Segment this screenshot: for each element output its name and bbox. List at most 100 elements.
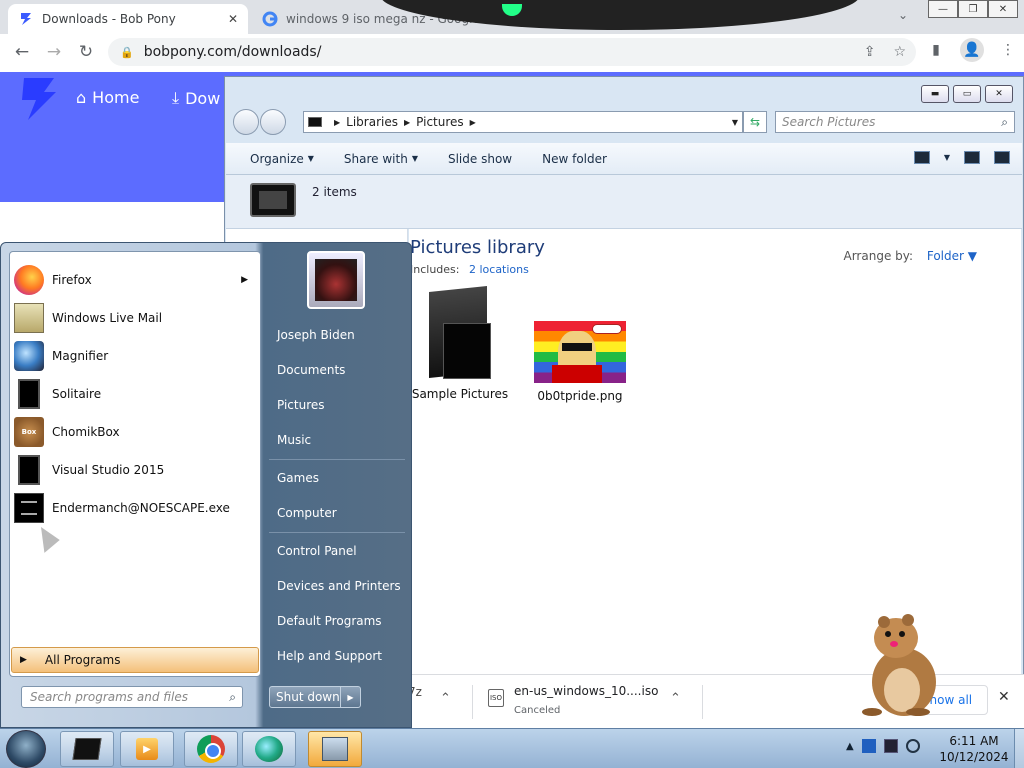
start-item-games[interactable]: Games <box>277 471 319 485</box>
reload-icon[interactable]: ↻ <box>70 36 102 68</box>
explorer-icon <box>72 738 102 760</box>
lock-icon[interactable]: 🔒 <box>120 46 134 59</box>
taskbar-media-button[interactable]: ▶ <box>120 731 174 767</box>
breadcrumb-arrow-icon[interactable]: ▶ <box>404 118 410 127</box>
start-item-devices-printers[interactable]: Devices and Printers <box>277 579 401 593</box>
side-panel-icon[interactable]: ▮ <box>924 38 948 62</box>
download-item-status: Canceled <box>514 705 561 716</box>
refresh-icon[interactable]: ⇆ <box>743 111 767 133</box>
tab-search-chevron-icon[interactable]: ⌄ <box>898 8 908 22</box>
system-tray: ▲ <box>846 739 920 753</box>
taskbar-computer-button[interactable] <box>308 731 362 767</box>
shutdown-options-arrow-icon[interactable]: ▶ <box>340 687 360 707</box>
mail-icon <box>14 303 44 333</box>
bob-pony-logo-icon[interactable] <box>14 76 64 122</box>
shut-down-button[interactable]: Shut down ▶ <box>269 686 361 708</box>
new-folder-button[interactable]: New folder <box>542 152 607 166</box>
library-includes: Includes: 2 locations <box>410 263 529 276</box>
explorer-search-input[interactable]: Search Pictures ⌕ <box>775 111 1015 133</box>
breadcrumb-pictures[interactable]: Pictures <box>416 115 464 129</box>
breadcrumb-arrow-icon[interactable]: ▶ <box>334 118 340 127</box>
close-tab-icon[interactable]: ✕ <box>228 12 238 26</box>
menu-kebab-icon[interactable]: ⋮ <box>996 38 1020 62</box>
chevron-up-icon[interactable]: ⌃ <box>440 691 451 706</box>
close-icon[interactable]: ✕ <box>998 689 1010 705</box>
start-item-user[interactable]: Joseph Biden <box>277 328 355 342</box>
back-button[interactable] <box>233 109 259 135</box>
start-item-documents[interactable]: Documents <box>277 363 345 377</box>
firefox-icon <box>14 265 44 295</box>
organize-button[interactable]: Organize ▼ <box>250 152 314 166</box>
tray-app-icon[interactable] <box>861 739 876 753</box>
help-icon[interactable] <box>994 151 1010 164</box>
start-item-default-programs[interactable]: Default Programs <box>277 614 382 628</box>
nav-downloads-link[interactable]: ⤓ Dow <box>172 88 220 108</box>
file-item-sample-pictures[interactable]: Sample Pictures <box>395 285 525 401</box>
start-item-help-support[interactable]: Help and Support <box>277 649 382 663</box>
back-arrow-icon[interactable]: ← <box>6 36 38 68</box>
address-dropdown-icon[interactable]: ▼ <box>732 118 738 127</box>
maximize-icon[interactable]: ▭ <box>953 85 981 103</box>
taskbar-chrome-button[interactable] <box>184 731 238 767</box>
forward-button[interactable] <box>260 109 286 135</box>
program-endermanch[interactable]: Endermanch@NOESCAPE.exe <box>14 490 258 526</box>
start-item-control-panel[interactable]: Control Panel <box>277 544 357 558</box>
close-window-icon[interactable]: ✕ <box>988 0 1018 18</box>
share-icon[interactable]: ⇪ <box>864 44 876 60</box>
taskbar-globe-button[interactable] <box>242 731 296 767</box>
bob-pony-favicon-icon <box>18 11 34 27</box>
library-title: Pictures library <box>410 237 545 258</box>
show-hidden-icons-arrow-icon[interactable]: ▲ <box>846 741 854 752</box>
chevron-up-icon[interactable]: ⌃ <box>670 691 681 706</box>
restore-icon[interactable]: ❐ <box>958 0 988 18</box>
start-orb-button[interactable] <box>6 730 46 768</box>
file-item-0b0tpride[interactable]: 0b0tpride.png <box>515 321 645 403</box>
tab-downloads-bob-pony[interactable]: Downloads - Bob Pony ✕ <box>8 4 248 34</box>
submenu-arrow-icon[interactable]: ▶ <box>241 275 248 285</box>
all-programs-button[interactable]: ▶ All Programs <box>11 647 259 673</box>
network-icon[interactable] <box>883 739 898 753</box>
program-visual-studio[interactable]: Visual Studio 2015 <box>14 452 258 488</box>
breadcrumb-libraries[interactable]: Libraries <box>346 115 398 129</box>
minimize-icon[interactable]: — <box>928 0 958 18</box>
breadcrumb-arrow-icon[interactable]: ▶ <box>470 118 476 127</box>
user-avatar[interactable] <box>307 251 365 309</box>
change-view-icon[interactable] <box>913 151 930 164</box>
start-item-computer[interactable]: Computer <box>277 506 337 520</box>
forward-arrow-icon[interactable]: → <box>38 36 70 68</box>
slide-show-button[interactable]: Slide show <box>448 152 512 166</box>
preview-pane-icon[interactable] <box>964 151 980 164</box>
program-solitaire[interactable]: Solitaire <box>14 376 258 412</box>
start-search-input[interactable]: Search programs and files ⌕ <box>21 686 243 708</box>
start-item-pictures[interactable]: Pictures <box>277 398 325 412</box>
search-icon[interactable]: ⌕ <box>229 690 236 705</box>
hamster-pet-icon[interactable] <box>858 612 942 716</box>
search-icon[interactable]: ⌕ <box>1001 115 1008 130</box>
profile-avatar-icon[interactable]: 👤 <box>960 38 984 62</box>
library-content: Pictures library Includes: 2 locations A… <box>409 229 1021 675</box>
taskbar-explorer-button[interactable] <box>60 731 114 767</box>
start-item-music[interactable]: Music <box>277 433 311 447</box>
share-with-button[interactable]: Share with ▼ <box>344 152 418 166</box>
show-desktop-button[interactable] <box>1014 729 1024 768</box>
view-dropdown-icon[interactable]: ▼ <box>944 153 950 162</box>
arrange-by-dropdown[interactable]: Folder ▼ <box>927 249 977 263</box>
address-bar[interactable]: 🔒 bobpony.com/downloads/ ⇪ ☆ <box>108 38 916 66</box>
locations-link[interactable]: 2 locations <box>469 263 529 276</box>
bookmark-star-icon[interactable]: ☆ <box>893 44 906 60</box>
program-magnifier[interactable]: Magnifier <box>14 338 258 374</box>
download-item-name[interactable]: en-us_windows_10....iso <box>514 684 658 698</box>
minimize-icon[interactable]: ▬ <box>921 85 949 103</box>
browser-window-controls: — ❐ ✕ <box>928 0 1018 18</box>
nav-home-link[interactable]: ⌂ Home <box>76 88 139 107</box>
download-icon: ⤓ <box>172 88 180 107</box>
start-menu: Firefox ▶ Windows Live Mail Magnifier So… <box>0 242 412 728</box>
program-chomikbox[interactable]: Box ChomikBox <box>14 414 258 450</box>
visual-studio-icon <box>18 455 40 485</box>
program-windows-live-mail[interactable]: Windows Live Mail <box>14 300 258 336</box>
program-firefox[interactable]: Firefox ▶ <box>14 262 258 298</box>
taskbar-clock[interactable]: 6:11 AM 10/12/2024 <box>938 733 1010 765</box>
explorer-address-bar[interactable]: ▶ Libraries ▶ Pictures ▶ ▼ <box>303 111 743 133</box>
close-window-icon[interactable]: ✕ <box>985 85 1013 103</box>
volume-icon[interactable] <box>905 739 920 753</box>
